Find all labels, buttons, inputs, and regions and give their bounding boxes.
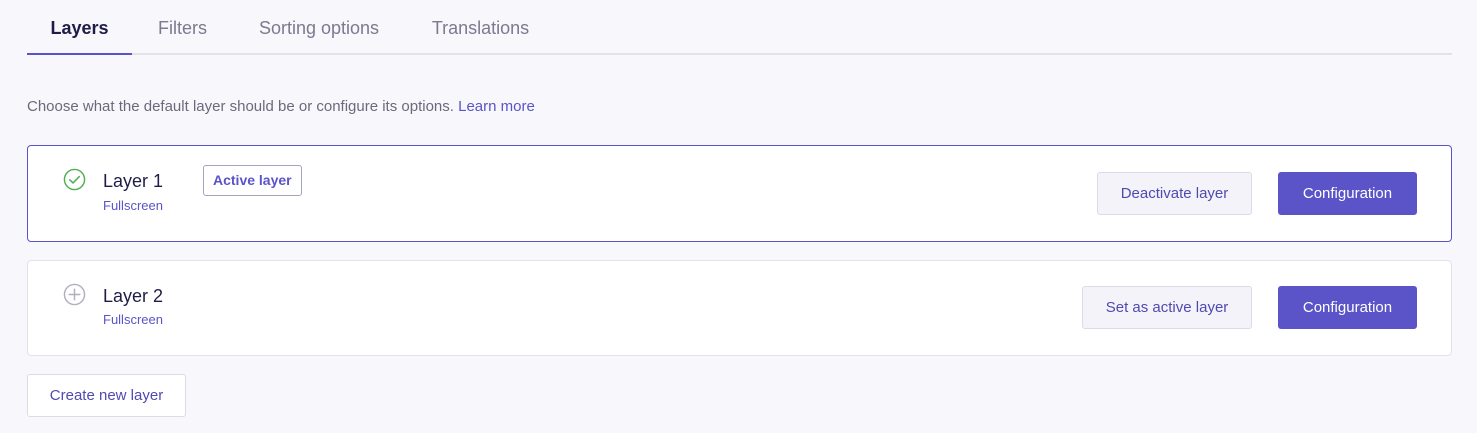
tab-filters[interactable]: Filters [145, 0, 220, 55]
configuration-button[interactable]: Configuration [1278, 286, 1417, 329]
configuration-button[interactable]: Configuration [1278, 172, 1417, 215]
tab-layers[interactable]: Layers [27, 0, 132, 55]
layer-name: Layer 2 [103, 286, 164, 306]
intro-description: Choose what the default layer should be … [27, 98, 454, 115]
layer-name: Layer 1 [103, 171, 164, 191]
intro-text: Choose what the default layer should be … [27, 98, 535, 115]
layer-card-2: Layer 2 Fullscreen Set as active layer C… [27, 260, 1452, 356]
deactivate-layer-button[interactable]: Deactivate layer [1097, 172, 1252, 215]
create-new-layer-button[interactable]: Create new layer [27, 374, 186, 417]
tab-translations[interactable]: Translations [422, 0, 539, 55]
tab-sorting-options[interactable]: Sorting options [249, 0, 389, 55]
learn-more-link[interactable]: Learn more [458, 98, 535, 115]
active-layer-badge: Active layer [203, 165, 302, 196]
layer-subtitle: Fullscreen [103, 312, 163, 327]
layer-card-1: Layer 1 Fullscreen Active layer Deactiva… [27, 145, 1452, 242]
layer-subtitle: Fullscreen [103, 198, 163, 213]
tab-bar: Layers Filters Sorting options Translati… [27, 0, 1452, 55]
set-active-layer-button[interactable]: Set as active layer [1082, 286, 1252, 329]
plus-circle-icon [63, 283, 86, 306]
check-circle-icon [63, 168, 86, 191]
